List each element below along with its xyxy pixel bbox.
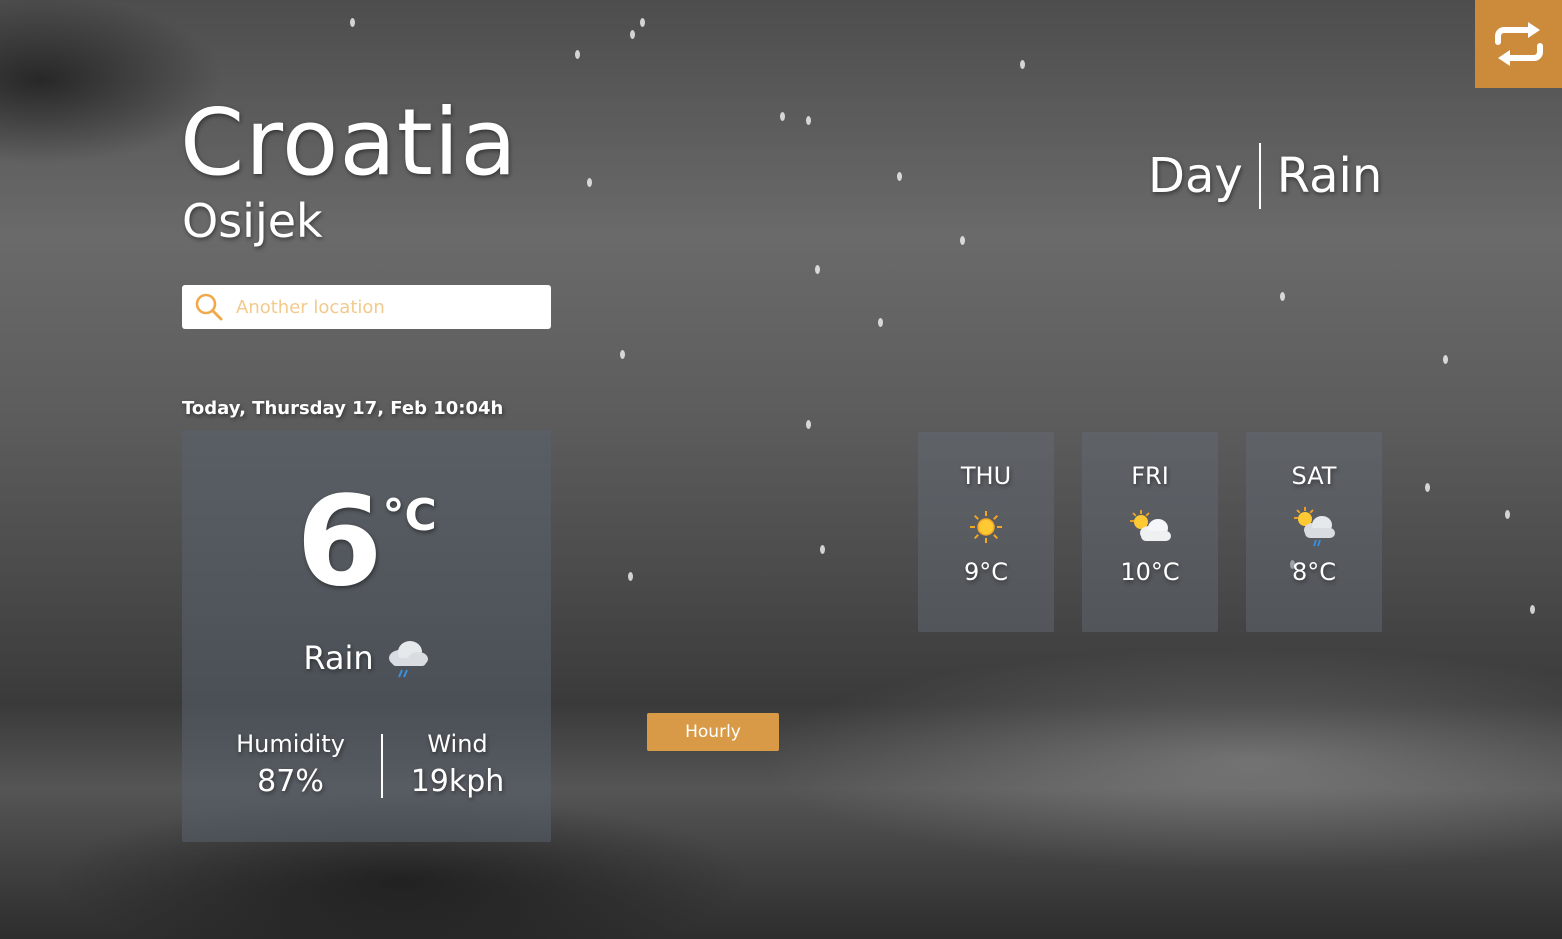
raindrop	[780, 112, 785, 121]
forecast-temp: 8°C	[1291, 558, 1337, 586]
raindrop	[1280, 292, 1285, 301]
raindrop	[815, 265, 820, 274]
humidity-label: Humidity	[236, 730, 345, 758]
raindrop	[806, 420, 811, 429]
forecast-day: SAT	[1291, 462, 1337, 490]
raindrop	[1443, 355, 1448, 364]
raindrop	[806, 116, 811, 125]
search-icon	[195, 293, 223, 321]
humidity-value: 87%	[257, 764, 324, 799]
raindrop	[960, 236, 965, 245]
forecast-card-fri[interactable]: FRI 10°C	[1082, 432, 1218, 632]
raindrop	[620, 350, 625, 359]
raindrop	[878, 318, 883, 327]
wind-stat: Wind 19kph	[383, 730, 533, 799]
forecast-day: FRI	[1131, 462, 1169, 490]
raindrop	[630, 30, 635, 39]
swap-arrows-icon	[1494, 22, 1543, 66]
raindrop	[628, 572, 633, 581]
raindrop	[350, 18, 355, 27]
hourly-button[interactable]: Hourly	[647, 713, 779, 751]
sun-icon	[970, 511, 1002, 543]
partly-cloudy-icon	[1130, 510, 1171, 541]
condition-label: Rain	[303, 639, 374, 677]
humidity-stat: Humidity 87%	[201, 730, 381, 799]
rain-cloud-icon	[388, 641, 428, 678]
toggle-units-button[interactable]	[1475, 0, 1562, 88]
forecast-card-thu[interactable]: THU 9°C	[918, 432, 1054, 632]
raindrop	[1020, 60, 1025, 69]
period-label: Day	[1148, 148, 1243, 204]
forecast-card-sat[interactable]: SAT 8°C	[1246, 432, 1382, 632]
forecast-temp: 9°C	[963, 558, 1009, 586]
wind-label: Wind	[427, 730, 488, 758]
forecast-temp: 10°C	[1120, 558, 1180, 586]
country-title: Croatia	[180, 89, 518, 196]
search-input[interactable]	[236, 296, 536, 318]
raindrop	[820, 545, 825, 554]
current-temperature: 6°C	[182, 480, 551, 604]
current-date: Today, Thursday 17, Feb 10:04h	[182, 398, 504, 419]
header-divider	[1258, 143, 1261, 209]
current-weather-card: 6°C Rain Humidity 87% Wind 19kph	[182, 430, 551, 842]
weather-stats: Humidity 87% Wind 19kph	[182, 730, 551, 799]
forecast-list: THU 9°C FRI 10°C SAT 8°C	[918, 432, 1382, 632]
search-box[interactable]	[182, 285, 551, 329]
raindrop	[1505, 510, 1510, 519]
city-title: Osijek	[182, 194, 323, 248]
temperature-value: 6	[296, 470, 383, 614]
partly-cloudy-rain-icon	[1294, 507, 1335, 547]
header-condition-label: Rain	[1276, 148, 1383, 204]
raindrop	[897, 172, 902, 181]
raindrop	[587, 178, 592, 187]
period-condition-header: Day Rain	[1148, 143, 1382, 209]
current-condition: Rain	[182, 636, 551, 680]
forecast-day: THU	[960, 462, 1012, 490]
wind-value: 19kph	[410, 764, 505, 799]
raindrop	[640, 18, 645, 27]
temperature-unit: °C	[382, 490, 437, 541]
raindrop	[1425, 483, 1430, 492]
raindrop	[575, 50, 580, 59]
raindrop	[1530, 605, 1535, 614]
